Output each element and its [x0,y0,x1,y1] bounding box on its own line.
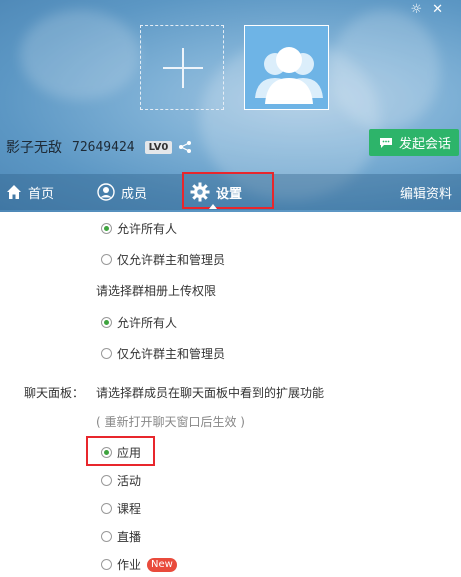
radio-allow-all-1[interactable]: 允许所有人 [101,220,177,237]
share-icon[interactable] [178,140,192,154]
chat-panel-label: 聊天面板： [24,386,85,400]
start-chat-label: 发起会话 [399,137,452,152]
group-info-row: 影子无敌 72649424 LV0 [6,137,192,157]
radio-allow-all-2[interactable]: 允许所有人 [101,314,177,331]
radio-live[interactable]: 直播 [101,528,141,545]
add-photo-button[interactable] [140,25,224,110]
start-chat-button[interactable]: 发起会话 [369,129,459,156]
tab-home-label: 首页 [28,186,55,202]
tab-members-label: 成员 [121,186,148,202]
level-badge: LV0 [144,140,173,154]
radio-dot-selected [101,223,112,234]
group-avatar[interactable] [244,25,329,110]
plus-icon [182,48,184,88]
radio-dot [101,254,112,265]
radio-allow-all-1-label: 允许所有人 [117,222,178,236]
chat-panel-hint: ( 重新打开聊天窗口后生效 ) [96,415,245,429]
close-icon[interactable]: ✕ [432,2,453,17]
radio-homework-label: 作业 [117,558,142,572]
album-upload-label: 请选择群相册上传权限 [96,284,217,298]
radio-dot [101,503,112,514]
radio-app[interactable]: 应用 [101,444,141,461]
radio-activity-label: 活动 [117,474,142,488]
active-tab-caret [209,204,217,209]
group-people-icon [255,47,323,104]
group-name: 影子无敌 [6,140,62,156]
radio-dot [101,531,112,542]
chat-bubble-icon [380,137,392,148]
radio-course[interactable]: 课程 [101,500,141,517]
background-figure [20,10,140,100]
group-id: 72649424 [72,139,135,155]
member-icon [97,183,115,201]
settings-tab-highlight [182,172,274,209]
radio-dot-selected [101,317,112,328]
skin-icon[interactable]: ☼ [410,2,432,17]
tab-home[interactable]: 首页 [6,174,54,210]
radio-dot-selected [101,447,112,458]
background-figure [330,10,440,130]
home-icon [7,185,21,199]
radio-course-label: 课程 [117,502,142,516]
radio-activity[interactable]: 活动 [101,472,141,489]
radio-dot [101,348,112,359]
edit-profile-label: 编辑资料 [400,186,453,202]
chat-panel-desc: 请选择群成员在聊天面板中看到的扩展功能 [96,386,325,400]
radio-allow-all-2-label: 允许所有人 [117,316,178,330]
radio-dot [101,559,112,570]
radio-live-label: 直播 [117,530,142,544]
radio-owner-admin-1-label: 仅允许群主和管理员 [117,253,226,267]
edit-profile-link[interactable]: 编辑资料 [400,174,452,210]
radio-dot [101,475,112,486]
radio-owner-admin-1[interactable]: 仅允许群主和管理员 [101,251,225,268]
radio-app-label: 应用 [117,446,142,460]
radio-owner-admin-2-label: 仅允许群主和管理员 [117,347,226,361]
window-controls: ☼✕ [410,2,453,17]
radio-owner-admin-2[interactable]: 仅允许群主和管理员 [101,345,225,362]
new-badge: New [147,557,177,572]
tab-members[interactable]: 成员 [97,174,147,210]
radio-homework[interactable]: 作业 New [101,556,177,573]
